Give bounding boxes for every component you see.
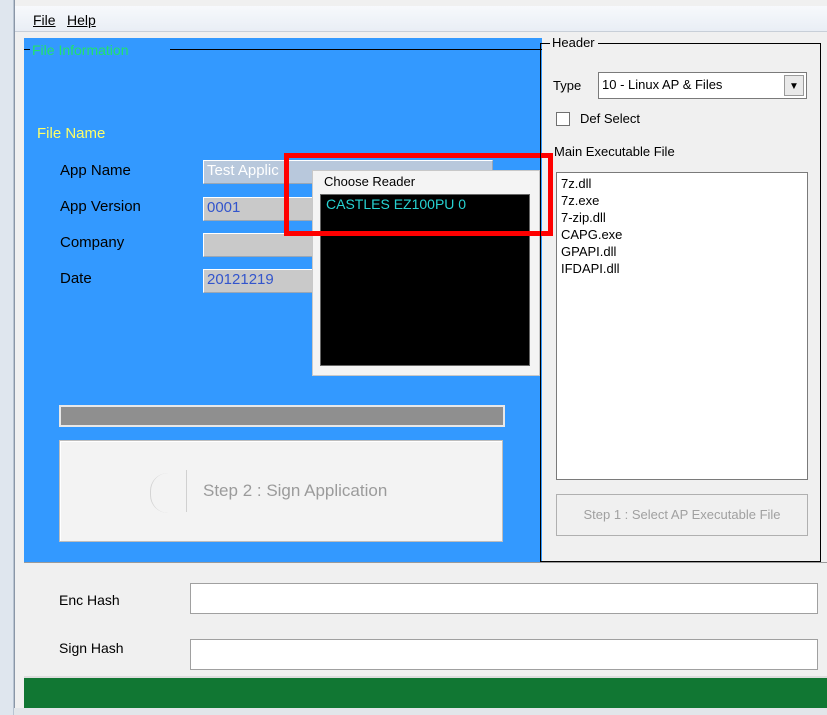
- group-border: [598, 43, 821, 44]
- type-label: Type: [553, 78, 582, 93]
- background-window-edge: [0, 0, 14, 715]
- file-name-heading: File Name: [37, 125, 106, 142]
- window-bottom-edge: [14, 708, 827, 715]
- highlight-box: [284, 153, 553, 236]
- app-name-label: App Name: [60, 162, 131, 179]
- group-border: [540, 43, 550, 44]
- menu-file[interactable]: File: [33, 12, 56, 28]
- list-item[interactable]: 7z.dll: [561, 176, 591, 191]
- sign-icon: [150, 473, 182, 513]
- def-select-checkbox[interactable]: [556, 112, 570, 126]
- company-field[interactable]: [203, 233, 323, 257]
- button-separator: [186, 470, 187, 512]
- company-label: Company: [60, 234, 125, 251]
- list-item[interactable]: 7-zip.dll: [561, 210, 606, 225]
- list-item[interactable]: GPAPI.dll: [561, 244, 616, 259]
- app-version-label: App Version: [60, 198, 141, 215]
- sign-hash-field[interactable]: [190, 639, 818, 670]
- sign-application-label: Step 2 : Sign Application: [203, 481, 388, 500]
- enc-hash-label: Enc Hash: [59, 592, 120, 608]
- date-field[interactable]: 20121219: [203, 269, 323, 293]
- file-information-legend: File Information: [30, 42, 131, 58]
- def-select-label: Def Select: [580, 111, 640, 126]
- status-bar: [24, 676, 827, 708]
- date-label: Date: [60, 270, 92, 287]
- main-executable-label: Main Executable File: [554, 144, 675, 159]
- list-item[interactable]: CAPG.exe: [561, 227, 622, 242]
- menu-bar: [15, 6, 827, 32]
- enc-hash-field[interactable]: [190, 583, 818, 614]
- header-legend: Header: [551, 35, 596, 50]
- list-item[interactable]: IFDAPI.dll: [561, 261, 620, 276]
- chevron-down-icon[interactable]: ▼: [784, 75, 804, 96]
- list-item[interactable]: 7z.exe: [561, 193, 599, 208]
- select-executable-button[interactable]: Step 1 : Select AP Executable File: [556, 494, 808, 536]
- group-border: [170, 49, 542, 50]
- sign-hash-label: Sign Hash: [59, 640, 124, 656]
- type-select[interactable]: 10 - Linux AP & Files: [598, 72, 807, 99]
- menu-help[interactable]: Help: [67, 12, 96, 28]
- type-select-value: 10 - Linux AP & Files: [602, 77, 723, 92]
- progress-bar: [59, 405, 505, 427]
